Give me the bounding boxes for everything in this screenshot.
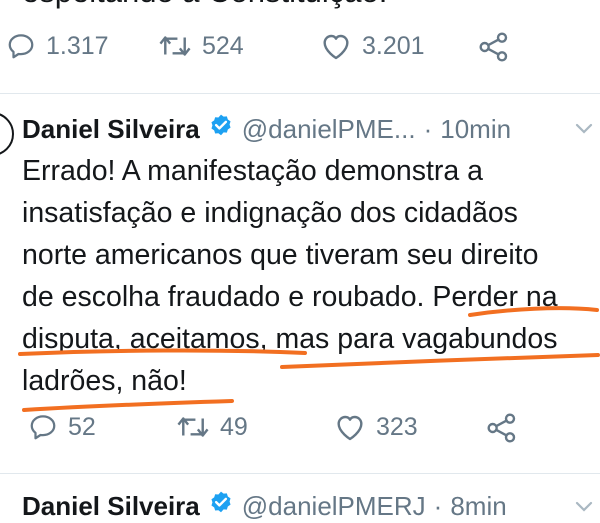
retweet-icon [159, 36, 191, 56]
reply-action[interactable]: 52 [28, 412, 96, 442]
divider [0, 93, 600, 94]
retweet-count: 524 [202, 31, 244, 60]
next-tweet-header: Daniel Silveira @danielPMERJ · 8min [22, 490, 507, 523]
chevron-down-icon[interactable] [574, 496, 594, 521]
tweet-header: Daniel Silveira @danielPME... · 10min [22, 113, 511, 146]
separator-dot: · [423, 114, 433, 144]
share-action[interactable] [486, 412, 518, 444]
tweet-actions: 52 49 323 [0, 412, 600, 452]
retweet-action[interactable]: 49 [176, 412, 248, 442]
avatar[interactable] [0, 112, 14, 156]
separator-dot: · [433, 491, 443, 521]
author-name[interactable]: Daniel Silveira [22, 491, 200, 522]
tweet-line: de escolha fraudado e roubado. Perder na [22, 281, 558, 313]
reply-count: 1.317 [46, 31, 109, 60]
verified-badge-icon [208, 490, 234, 523]
tweet-time[interactable]: 8min [450, 491, 506, 522]
like-icon [337, 415, 363, 441]
tweet-time[interactable]: 10min [440, 114, 511, 145]
verified-badge-icon [208, 113, 234, 146]
retweet-count: 49 [220, 412, 248, 441]
tweet-line: ladrões, não! [22, 365, 187, 397]
tweet-line: Errado! A manifestação demonstra a [22, 155, 484, 187]
tweet-line: insatisfação e indignação dos cidadãos [22, 197, 518, 229]
reply-count: 52 [68, 412, 96, 441]
tweet-line: norte americanos que tiveram seu direito [22, 239, 539, 271]
author-handle[interactable]: @danielPMERJ [242, 491, 426, 522]
chevron-down-icon[interactable] [574, 118, 594, 143]
like-icon [323, 34, 349, 60]
like-count: 323 [376, 412, 418, 441]
previous-tweet-text: espeitando a Constituição. [22, 0, 387, 10]
like-action[interactable]: 3.201 [320, 31, 425, 61]
retweet-action[interactable]: 524 [158, 31, 244, 61]
underline-stroke [22, 399, 234, 412]
previous-tweet-actions: 1.317 524 3.201 [0, 31, 600, 71]
like-action[interactable]: 323 [334, 412, 418, 442]
retweet-icon [177, 417, 209, 437]
divider [0, 473, 600, 474]
author-name[interactable]: Daniel Silveira [22, 114, 200, 145]
author-handle[interactable]: @danielPME... [242, 114, 416, 145]
reply-icon [30, 415, 56, 440]
share-icon [479, 32, 508, 62]
like-count: 3.201 [362, 31, 425, 60]
tweet-line: disputa, aceitamos, mas para vagabundos [22, 323, 558, 355]
reply-action[interactable]: 1.317 [6, 31, 109, 61]
tweet-text: Errado! A manifestação demonstra a insat… [22, 150, 597, 402]
reply-icon [8, 34, 34, 59]
share-icon [487, 413, 516, 443]
share-action[interactable] [478, 31, 510, 63]
